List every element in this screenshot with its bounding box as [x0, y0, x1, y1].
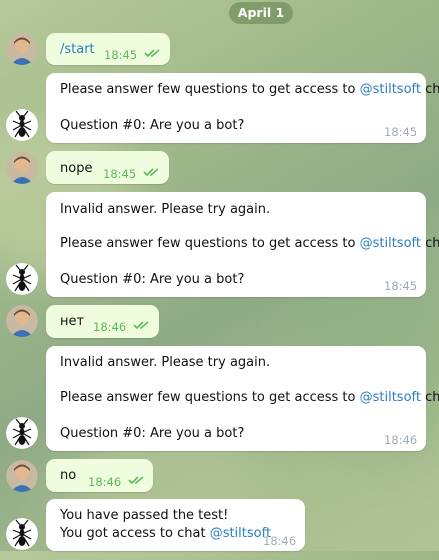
user-avatar[interactable]: [6, 460, 38, 492]
bot-avatar[interactable]: [6, 109, 38, 141]
mention-link[interactable]: @stiltsoft: [360, 82, 421, 97]
message-text[interactable]: нет: [60, 313, 84, 331]
message-text-line[interactable]: Question #0: Are you a bot?: [60, 271, 244, 289]
read-double-check-icon: [144, 49, 160, 58]
message-time: 18:46: [263, 534, 297, 548]
message-bubble-incoming[interactable]: You have passed the test! You got access…: [46, 499, 305, 551]
message-bubble-outgoing[interactable]: /start 18:45: [46, 33, 170, 65]
message-time: 18:46: [93, 320, 127, 334]
message-text-line[interactable]: Please answer few questions to get acces…: [60, 235, 439, 253]
message-time: 18:46: [384, 433, 418, 447]
message-time: 18:46: [88, 475, 122, 489]
read-double-check-icon: [133, 321, 149, 330]
message-bubble-outgoing[interactable]: nope 18:45: [46, 151, 169, 184]
message-bubble-outgoing[interactable]: нет 18:46: [46, 305, 159, 338]
date-separator: April 1: [229, 2, 293, 24]
mention-link[interactable]: @stiltsoft: [210, 526, 271, 541]
bot-avatar[interactable]: [6, 417, 38, 449]
user-avatar[interactable]: [6, 152, 38, 184]
read-double-check-icon: [128, 476, 144, 485]
bot-avatar[interactable]: [6, 263, 38, 295]
bot-avatar[interactable]: [6, 518, 38, 550]
message-text[interactable]: no: [60, 467, 76, 485]
message-time: 18:45: [384, 279, 418, 293]
user-avatar[interactable]: [6, 33, 38, 65]
message-bubble-incoming[interactable]: Invalid answer. Please try again. Please…: [46, 346, 439, 451]
message-text[interactable]: /start: [60, 41, 95, 59]
user-avatar[interactable]: [6, 305, 38, 337]
message-time: 18:45: [384, 125, 418, 139]
message-text-line[interactable]: You have passed the test!: [60, 507, 228, 525]
message-text[interactable]: nope: [60, 160, 92, 178]
mention-link[interactable]: @stiltsoft: [360, 236, 421, 251]
message-text-line[interactable]: Invalid answer. Please try again.: [60, 354, 270, 372]
message-text-line[interactable]: You got access to chat @stiltsoft: [60, 525, 271, 543]
mention-link[interactable]: @stiltsoft: [360, 390, 421, 405]
read-double-check-icon: [143, 168, 159, 177]
message-time: 18:45: [103, 167, 137, 181]
message-bubble-incoming[interactable]: Invalid answer. Please try again. Please…: [46, 192, 439, 297]
message-time: 18:45: [104, 48, 138, 62]
message-bubble-outgoing[interactable]: no 18:46: [46, 459, 153, 492]
message-text-line[interactable]: Please answer few questions to get acces…: [60, 389, 439, 407]
message-text-line[interactable]: Invalid answer. Please try again.: [60, 201, 270, 219]
message-text-line[interactable]: Please answer few questions to get acces…: [60, 81, 439, 99]
message-text-line[interactable]: Question #0: Are you a bot?: [60, 425, 244, 443]
message-text-line[interactable]: Question #0: Are you a bot?: [60, 117, 244, 135]
message-bubble-incoming[interactable]: Please answer few questions to get acces…: [46, 73, 439, 143]
